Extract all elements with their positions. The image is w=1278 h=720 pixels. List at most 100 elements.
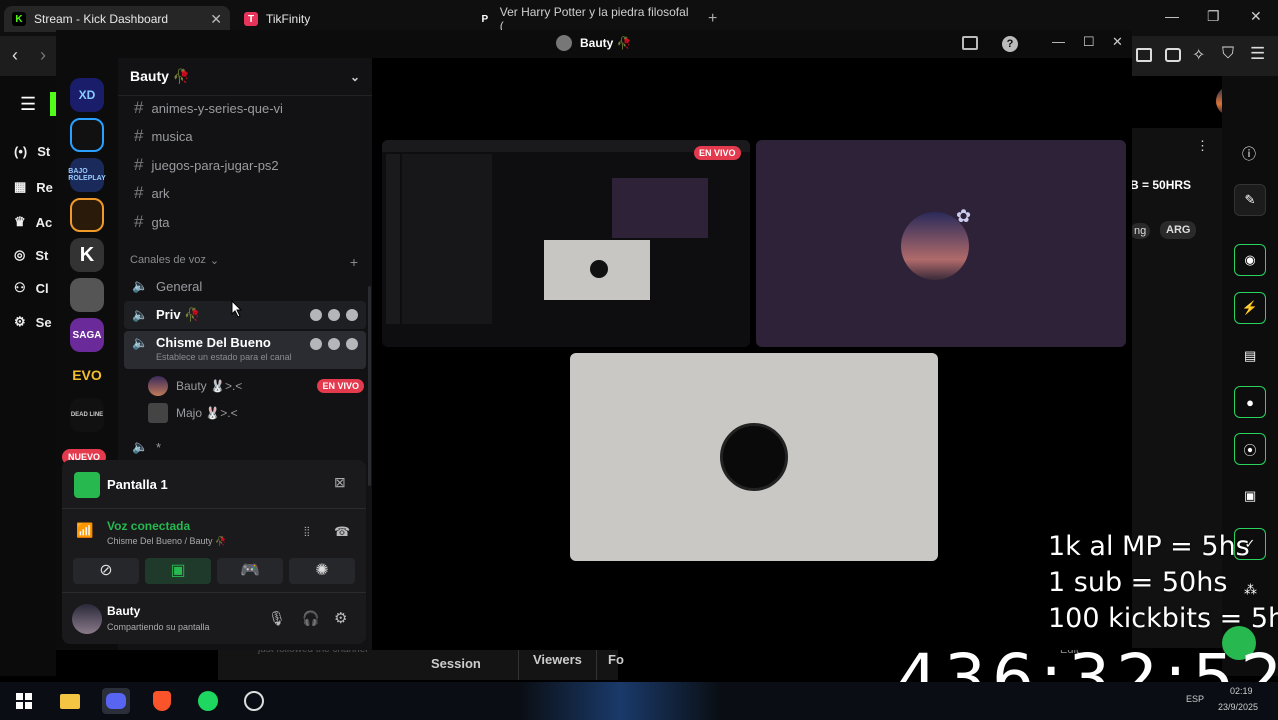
menu-icon[interactable]: ☰ [1250, 44, 1265, 64]
scrollbar[interactable] [368, 286, 371, 486]
clock-time[interactable]: 02:19 [1230, 686, 1253, 696]
server-icon[interactable]: SAGA [70, 318, 104, 352]
server-icon[interactable]: K [70, 238, 104, 272]
tab-session[interactable]: Session [431, 656, 481, 671]
guild-header[interactable]: Bauty 🥀 ⌄ [118, 58, 372, 96]
kick-nav-stream[interactable]: (•) St [14, 144, 50, 159]
camera-icon[interactable]: ◉ [1234, 244, 1266, 276]
hamburger-icon[interactable]: ☰ [20, 94, 36, 115]
clock-date[interactable]: 23/9/2025 [1218, 702, 1258, 712]
brave-icon[interactable] [148, 688, 176, 714]
server-icon[interactable] [70, 118, 104, 152]
edit-icon[interactable]: ✎ [1234, 184, 1266, 216]
server-icon[interactable]: EVO [70, 358, 104, 392]
language-indicator[interactable]: ESP [1186, 694, 1204, 704]
tab-harry-potter[interactable]: P Ver Harry Potter y la piedra filosofal… [470, 5, 700, 33]
share-icon[interactable]: ⁂ [1244, 582, 1257, 598]
minimize-icon[interactable]: — [1052, 34, 1065, 49]
channel-status[interactable]: Establece un estado para el canal [156, 352, 292, 362]
voice-subtitle[interactable]: Chisme Del Bueno / Bauty 🥀 [107, 536, 226, 547]
windows-start-icon[interactable] [10, 688, 38, 714]
layout-icon[interactable]: ▣ [1244, 488, 1256, 504]
share-screen-button[interactable]: ▣ [145, 558, 211, 584]
soundboard-icon[interactable]: ⦙⦙ [304, 524, 310, 540]
voice-channel-general[interactable]: 🔈 General [124, 273, 366, 299]
kick-nav-stats[interactable]: ◎ St [14, 247, 48, 263]
server-icon[interactable]: DEAD LINE [70, 398, 104, 432]
maximize-icon[interactable]: ☐ [1083, 34, 1095, 50]
minimize-icon[interactable]: — [1165, 8, 1179, 24]
kick-nav-clips[interactable]: ⚇ Cl [14, 280, 49, 296]
copilot-icon[interactable]: ✧ [1192, 45, 1205, 65]
server-icon[interactable]: BAJO ROLEPLAY [68, 158, 106, 192]
close-icon[interactable]: ✕ [210, 11, 222, 28]
chip-arg[interactable]: ARG [1160, 221, 1197, 239]
server-icon[interactable] [70, 198, 104, 232]
voice-status[interactable]: Voz conectada [107, 519, 190, 533]
lightning-icon[interactable]: ⚡ [1234, 292, 1266, 324]
voice-channel-priv[interactable]: 🔈 Priv 🥀 [124, 301, 366, 329]
invite-icon[interactable] [328, 338, 340, 350]
kick-nav-recap[interactable]: ▦ Re [14, 179, 53, 195]
server-icon[interactable]: XD [70, 78, 104, 112]
soundboard-button[interactable]: ✺ [289, 558, 355, 584]
more-icon[interactable]: ⋮ [1196, 138, 1209, 154]
add-channel-icon[interactable]: + [350, 254, 358, 270]
disconnect-icon[interactable]: ☎ [334, 524, 350, 540]
close-icon[interactable]: ✕ [1112, 34, 1123, 50]
help-icon[interactable]: ? [1002, 36, 1018, 52]
notes-icon[interactable]: ▤ [1244, 348, 1256, 364]
forward-icon[interactable]: › [40, 45, 46, 66]
info-icon[interactable]: ⓘ [1242, 144, 1256, 164]
new-tab-button[interactable]: + [700, 6, 725, 32]
chat-bubble-icon[interactable] [310, 338, 322, 350]
kick-nav-achievements[interactable]: ♛ Ac [14, 214, 52, 230]
chip[interactable]: ng [1130, 223, 1151, 239]
text-channel[interactable]: # ark [126, 180, 366, 206]
invite-icon[interactable] [328, 309, 340, 321]
voice-channel-chisme[interactable]: 🔈 Chisme Del Bueno Establece un estado p… [124, 331, 366, 369]
chevron-down-icon[interactable]: ⌄ [350, 70, 360, 84]
spotify-icon[interactable] [194, 688, 222, 714]
sidebar-icon[interactable] [1136, 48, 1152, 62]
wallet-icon[interactable] [1165, 48, 1181, 62]
headphones-icon[interactable]: 🎧 [302, 610, 319, 627]
voice-category[interactable]: Canales de voz ⌄ + [130, 254, 358, 270]
chat-icon[interactable]: ● [1234, 386, 1266, 418]
camera-off-button[interactable]: ⊘ [73, 558, 139, 584]
voice-member[interactable]: Bauty 🐰>.< EN VIVO [148, 376, 364, 396]
gear-icon[interactable] [346, 309, 358, 321]
discord-icon[interactable] [102, 688, 130, 714]
voice-member[interactable]: Majo 🐰>.< [148, 403, 238, 423]
close-window-icon[interactable]: ✕ [1250, 8, 1262, 25]
back-icon[interactable]: ‹ [12, 45, 18, 66]
file-explorer-icon[interactable] [56, 688, 84, 714]
tab-viewers[interactable]: Viewers [533, 652, 582, 667]
server-icon[interactable] [70, 278, 104, 312]
broadcast-icon[interactable]: ⦿ [1234, 433, 1266, 465]
stream-tile-bauty[interactable]: ✿ [756, 140, 1126, 347]
stop-stream-icon[interactable]: ⊠ [334, 474, 346, 491]
restore-icon[interactable]: ❐ [1207, 8, 1220, 25]
user-name[interactable]: Bauty [107, 604, 140, 618]
text-channel[interactable]: # juegos-para-jugar-ps2 [126, 152, 366, 178]
stream-tile-majo[interactable] [570, 353, 938, 561]
text-channel[interactable]: # gta [126, 209, 366, 235]
shield-icon[interactable]: ⛉ [1222, 45, 1234, 63]
voice-channel-extra[interactable]: 🔈 * [124, 435, 366, 459]
inbox-icon[interactable] [962, 36, 978, 50]
chat-bubble-icon[interactable] [310, 309, 322, 321]
text-channel[interactable]: # animes-y-series-que-vi [126, 95, 366, 121]
microphone-icon[interactable]: 🎙 [268, 610, 286, 627]
avatar[interactable] [72, 604, 102, 634]
tab-kick-dashboard[interactable]: K Stream - Kick Dashboard ✕ [4, 6, 230, 32]
text-channel[interactable]: # musica [126, 123, 366, 149]
tab-follows[interactable]: Fo [608, 652, 624, 667]
gear-icon[interactable] [346, 338, 358, 350]
activity-button[interactable]: 🎮 [217, 558, 283, 584]
obs-icon[interactable] [240, 688, 268, 714]
stream-tile-screen[interactable]: EN VIVO [382, 140, 750, 347]
kick-nav-settings[interactable]: ⚙ Se [14, 314, 52, 330]
gear-icon[interactable]: ⚙ [334, 609, 347, 627]
tab-tikfinity[interactable]: T TikFinity [236, 6, 466, 32]
